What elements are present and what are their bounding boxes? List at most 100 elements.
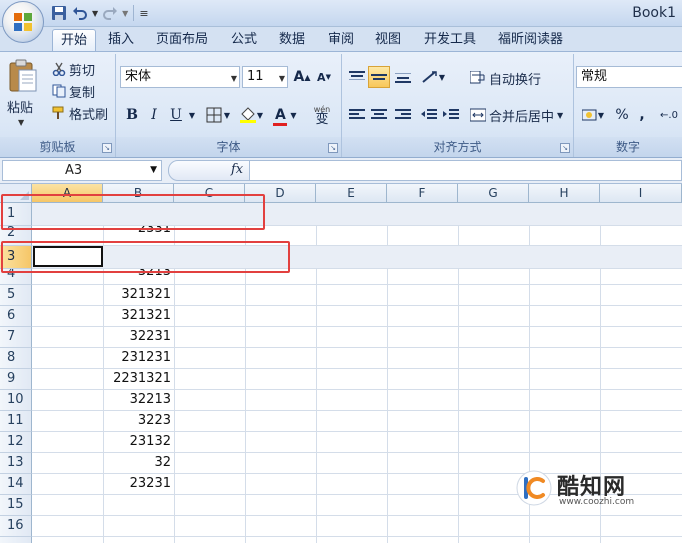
tab-view[interactable]: 视图 bbox=[367, 29, 409, 52]
align-top-icon bbox=[349, 71, 365, 80]
align-middle-button[interactable] bbox=[368, 66, 390, 88]
row-header-11[interactable]: 11 bbox=[0, 411, 32, 432]
watermark-url: www.coozhi.com bbox=[559, 497, 635, 507]
borders-button[interactable]: ▼ bbox=[204, 104, 232, 126]
name-box-dropdown-icon[interactable]: ▼ bbox=[150, 161, 157, 180]
font-color-icon: A bbox=[275, 107, 286, 123]
column-header-e[interactable]: E bbox=[316, 184, 387, 203]
font-launcher-icon[interactable]: ↘ bbox=[328, 143, 338, 153]
name-box[interactable]: A3 ▼ bbox=[2, 160, 162, 181]
cell-b7[interactable]: 32231 bbox=[103, 327, 171, 347]
table-row: 3223 bbox=[32, 411, 682, 432]
title-bar: ▼ ▼ ≡ Book1 bbox=[0, 0, 682, 27]
align-center-button[interactable] bbox=[368, 104, 390, 126]
row-header-14[interactable]: 14 bbox=[0, 474, 32, 495]
row-header-8[interactable]: 8 bbox=[0, 348, 32, 369]
font-name-dropdown-icon[interactable]: ▼ bbox=[231, 69, 237, 89]
font-color-button[interactable]: A ▼ bbox=[270, 104, 300, 126]
grow-font-button[interactable]: A ▲ bbox=[292, 66, 312, 88]
wrap-text-button[interactable]: 自动换行 bbox=[470, 68, 541, 88]
comma-style-button[interactable]: , bbox=[634, 104, 650, 126]
merge-center-dropdown-icon[interactable]: ▼ bbox=[557, 111, 563, 120]
cell-b6[interactable]: 321321 bbox=[103, 306, 171, 326]
font-size-dropdown-icon[interactable]: ▼ bbox=[279, 69, 285, 89]
tab-foxit-reader[interactable]: 福昕阅读器 bbox=[490, 29, 571, 52]
merge-center-button[interactable]: 合并后居中 ▼ bbox=[470, 105, 563, 125]
font-group-label: 字体 bbox=[116, 137, 341, 157]
tab-review[interactable]: 审阅 bbox=[320, 29, 362, 52]
cell-b8[interactable]: 231231 bbox=[103, 348, 171, 368]
font-name-combo[interactable]: 宋体 ▼ bbox=[120, 66, 240, 88]
number-format-combo[interactable]: 常规 bbox=[576, 66, 682, 88]
tab-data[interactable]: 数据 bbox=[271, 29, 313, 52]
redo-icon[interactable] bbox=[101, 4, 119, 22]
cut-button[interactable]: 剪切 bbox=[52, 59, 95, 79]
accounting-format-button[interactable]: ▼ bbox=[578, 104, 608, 126]
cell-b14[interactable]: 23231 bbox=[103, 474, 171, 494]
name-box-value: A3 bbox=[65, 163, 83, 178]
cell-b5[interactable]: 321321 bbox=[103, 285, 171, 305]
italic-button[interactable]: I bbox=[144, 104, 164, 126]
phonetic-guide-button[interactable]: wén 变 bbox=[306, 104, 338, 126]
accounting-format-icon bbox=[581, 109, 597, 121]
increase-indent-button[interactable] bbox=[440, 104, 462, 126]
row-header-17[interactable] bbox=[0, 537, 32, 543]
align-bottom-button[interactable] bbox=[392, 66, 414, 88]
number-group: 常规 ▼ % , ←.0 数字 bbox=[574, 54, 682, 157]
underline-dropdown-icon[interactable]: ▼ bbox=[186, 104, 198, 126]
percent-style-button[interactable]: % bbox=[612, 104, 632, 126]
alignment-launcher-icon[interactable]: ↘ bbox=[560, 143, 570, 153]
row-header-13[interactable]: 13 bbox=[0, 453, 32, 474]
tab-insert[interactable]: 插入 bbox=[100, 29, 142, 52]
paste-label[interactable]: 粘贴 bbox=[7, 97, 33, 116]
decrease-indent-icon bbox=[421, 109, 437, 119]
save-icon[interactable] bbox=[50, 4, 68, 22]
formula-input[interactable] bbox=[250, 160, 682, 181]
cell-b9[interactable]: 2231321 bbox=[103, 369, 171, 389]
bold-button[interactable]: B bbox=[122, 104, 142, 126]
row-header-6[interactable]: 6 bbox=[0, 306, 32, 327]
fill-color-button[interactable]: ▼ bbox=[236, 104, 266, 126]
text-orientation-icon bbox=[422, 71, 437, 83]
tab-page-layout[interactable]: 页面布局 bbox=[148, 29, 216, 52]
row-header-5[interactable]: 5 bbox=[0, 285, 32, 306]
row-header-12[interactable]: 12 bbox=[0, 432, 32, 453]
cell-b10[interactable]: 32213 bbox=[103, 390, 171, 410]
format-painter-button[interactable]: 格式刷 bbox=[52, 103, 108, 123]
cell-b12[interactable]: 23132 bbox=[103, 432, 171, 452]
align-top-button[interactable] bbox=[346, 66, 368, 88]
shrink-font-button[interactable]: A ▼ bbox=[314, 66, 334, 88]
row-header-10[interactable]: 10 bbox=[0, 390, 32, 411]
paste-dropdown-icon[interactable]: ▼ bbox=[18, 118, 24, 127]
align-left-button[interactable] bbox=[346, 104, 368, 126]
customize-qat-icon[interactable]: ≡ bbox=[139, 7, 148, 20]
cell-b13[interactable]: 32 bbox=[103, 453, 171, 473]
clipboard-launcher-icon[interactable]: ↘ bbox=[102, 143, 112, 153]
column-header-i[interactable]: I bbox=[600, 184, 682, 203]
tab-home[interactable]: 开始 bbox=[52, 29, 97, 52]
row-header-9[interactable]: 9 bbox=[0, 369, 32, 390]
undo-icon[interactable] bbox=[71, 4, 89, 22]
tab-formulas[interactable]: 公式 bbox=[223, 29, 265, 52]
decrease-indent-button[interactable] bbox=[418, 104, 440, 126]
tab-developer[interactable]: 开发工具 bbox=[416, 29, 484, 52]
redo-dropdown-icon[interactable]: ▼ bbox=[122, 9, 128, 18]
copy-button[interactable]: 复制 bbox=[52, 81, 95, 101]
table-row: 321321 bbox=[32, 285, 682, 306]
undo-dropdown-icon[interactable]: ▼ bbox=[92, 9, 98, 18]
font-size-combo[interactable]: 11 ▼ bbox=[242, 66, 288, 88]
row-header-16[interactable]: 16 bbox=[0, 516, 32, 537]
increase-decimal-button[interactable]: ←.0 bbox=[656, 104, 682, 126]
row-header-7[interactable]: 7 bbox=[0, 327, 32, 348]
orientation-button[interactable]: ▼ bbox=[418, 66, 448, 88]
formula-controls: fx bbox=[168, 160, 250, 181]
row-header-15[interactable]: 15 bbox=[0, 495, 32, 516]
align-right-button[interactable] bbox=[392, 104, 414, 126]
cell-b11[interactable]: 3223 bbox=[103, 411, 171, 431]
column-header-f[interactable]: F bbox=[387, 184, 458, 203]
office-button[interactable] bbox=[2, 1, 44, 43]
underline-button[interactable]: U bbox=[166, 104, 186, 126]
insert-function-icon[interactable]: fx bbox=[231, 162, 243, 177]
column-header-h[interactable]: H bbox=[529, 184, 600, 203]
column-header-g[interactable]: G bbox=[458, 184, 529, 203]
